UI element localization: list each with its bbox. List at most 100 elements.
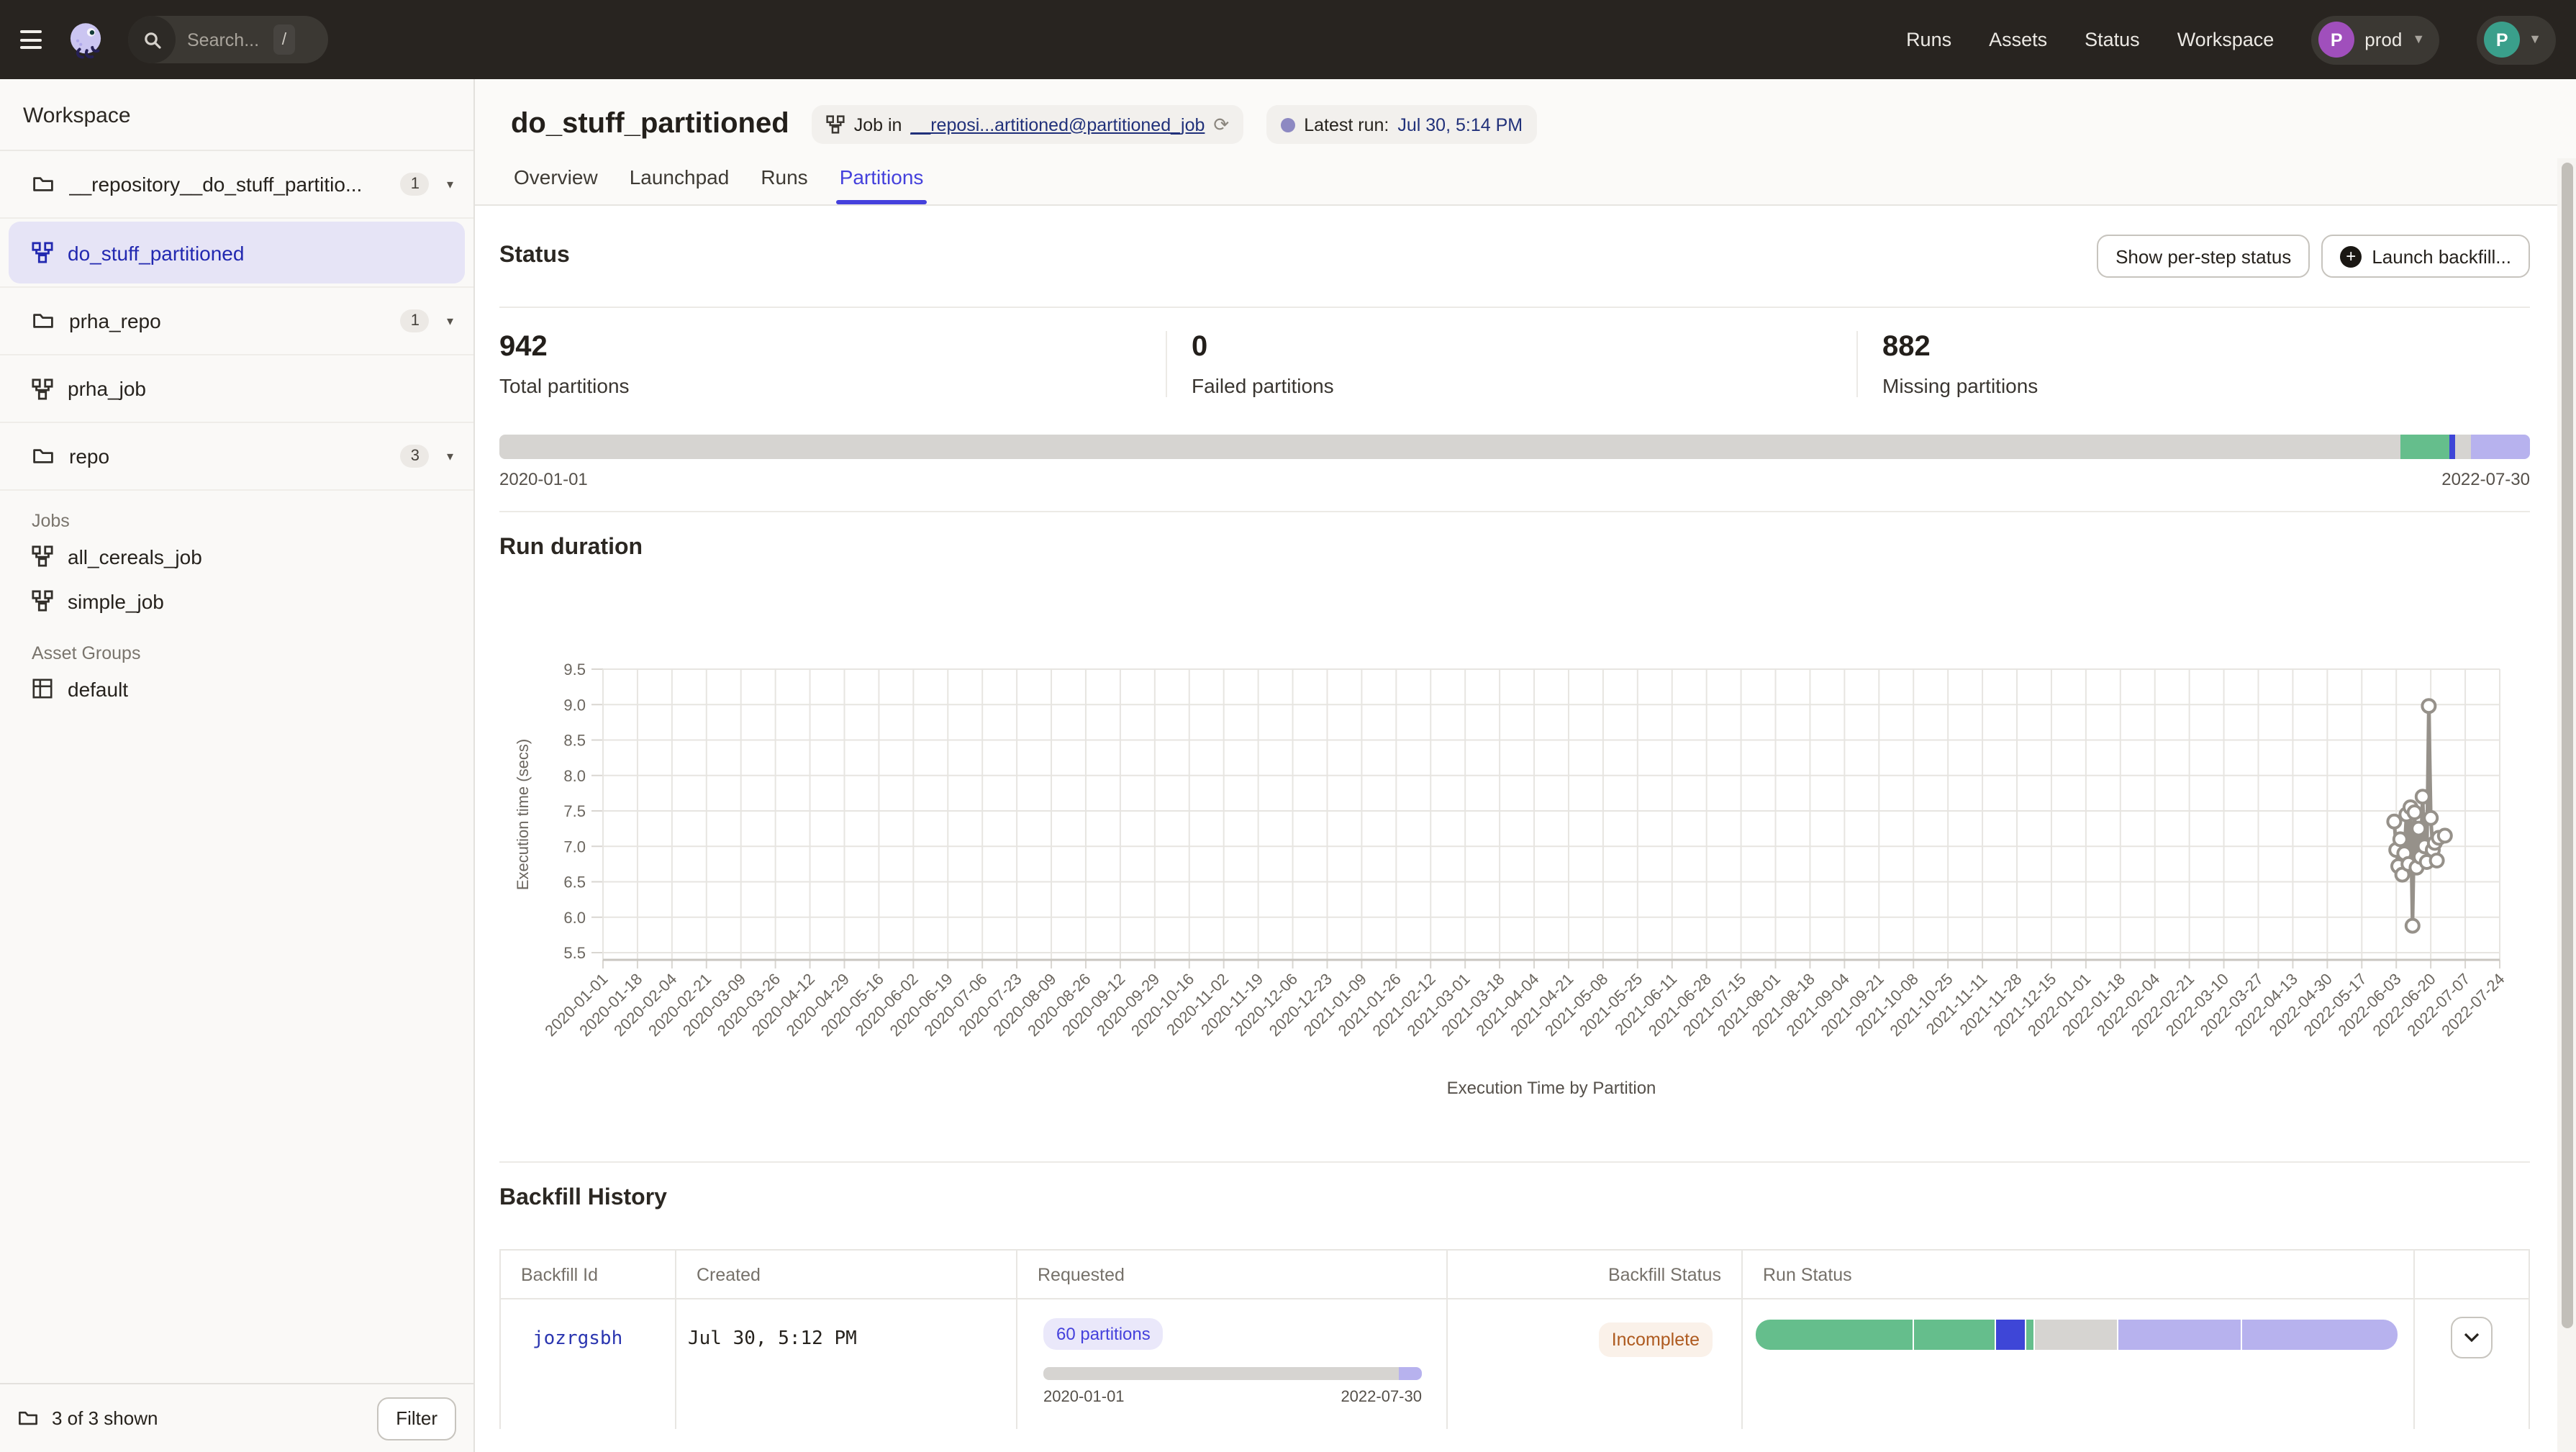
nav-status[interactable]: Status	[2085, 29, 2140, 50]
sidebar-item--repository-do-stuff-partitio-[interactable]: __repository__do_stuff_partitio...1▾	[0, 151, 473, 219]
caret-down-icon[interactable]: ▾	[444, 173, 456, 195]
requested-partitions-tag[interactable]: 60 partitions	[1043, 1318, 1164, 1350]
run-duration-chart: 5.56.06.57.07.58.08.59.09.52020-01-01202…	[499, 573, 2530, 1108]
tab-overview[interactable]: Overview	[511, 165, 601, 204]
sidebar-item-prha-job[interactable]: prha_job	[0, 355, 473, 423]
data-point-marker	[2412, 822, 2425, 835]
y-tick-label: 6.0	[563, 909, 586, 927]
app-window: / Runs Assets Status Workspace P prod ▼ P ▼…	[0, 0, 2576, 1452]
user-avatar: P	[2484, 22, 2520, 58]
bar-segment-success	[1914, 1320, 1995, 1350]
stat-label: Failed partitions	[1192, 374, 1856, 397]
data-point-marker	[2424, 812, 2437, 825]
search-input[interactable]	[176, 30, 271, 50]
item-count-badge: 3	[401, 445, 430, 468]
bar-segment-missing	[499, 435, 2400, 459]
bar-segment-queued	[2471, 435, 2530, 459]
launch-backfill-button[interactable]: + Launch backfill...	[2321, 235, 2530, 278]
column-header-backfill-status: Backfill Status	[1448, 1251, 1743, 1298]
partition-range-start: 2020-01-01	[499, 469, 588, 489]
data-point-marker	[2422, 699, 2435, 712]
data-point-marker	[2408, 806, 2421, 819]
page-title: do_stuff_partitioned	[511, 108, 789, 141]
sidebar-item-repo[interactable]: repo 3 ▾	[0, 423, 473, 491]
run-status-dot-icon	[1281, 117, 1295, 132]
expand-row-button[interactable]	[2451, 1317, 2493, 1358]
sidebar-item-do-stuff-partitioned[interactable]: do_stuff_partitioned	[9, 222, 465, 283]
nav-workspace[interactable]: Workspace	[2177, 29, 2275, 50]
backfill-status-badge: Incomplete	[1599, 1322, 1713, 1357]
status-heading: Status	[499, 243, 570, 269]
caret-down-icon[interactable]: ▾	[444, 445, 456, 467]
backfill-id-link[interactable]: jozrgsbh	[532, 1328, 622, 1350]
stat-label: Total partitions	[499, 374, 1166, 397]
job-origin-tag: Job in __reposi...artitioned@partitioned…	[812, 105, 1244, 144]
bar-segment-queued	[1399, 1367, 1422, 1380]
asset-group-icon	[32, 678, 53, 699]
partition-status-bar	[499, 435, 2530, 459]
stat-value: 0	[1192, 331, 1856, 364]
y-tick-label: 9.0	[563, 696, 586, 714]
backfill-history-heading: Backfill History	[499, 1186, 667, 1210]
sidebar-item-label: do_stuff_partitioned	[68, 241, 448, 264]
job-icon	[32, 242, 53, 263]
hamburger-menu-icon[interactable]	[20, 24, 52, 55]
stat-value: 942	[499, 331, 1166, 364]
filter-button[interactable]: Filter	[377, 1397, 456, 1440]
data-point-marker	[2439, 829, 2452, 842]
workspace-sidebar: Workspace __repository__do_stuff_partiti…	[0, 79, 475, 1452]
job-icon	[32, 378, 53, 399]
chevron-down-icon: ▼	[2412, 33, 2425, 46]
show-per-step-status-button[interactable]: Show per-step status	[2097, 235, 2310, 278]
column-header-actions	[2415, 1251, 2529, 1298]
folder-icon	[32, 173, 55, 196]
sidebar-item-label: __repository__do_stuff_partitio...	[69, 173, 386, 196]
bar-segment-success	[1756, 1320, 1913, 1350]
dagster-logo-icon[interactable]	[66, 20, 105, 59]
scrollbar-track[interactable]	[2557, 158, 2576, 1452]
requested-range-end: 2022-07-30	[1341, 1389, 1422, 1406]
stat-failed-partitions: 0 Failed partitions	[1166, 331, 1856, 397]
deployment-avatar: P	[2318, 22, 2354, 58]
stat-value: 882	[1882, 331, 2530, 364]
deployment-switcher[interactable]: P prod ▼	[2311, 15, 2439, 64]
user-menu[interactable]: P ▼	[2477, 15, 2556, 64]
nav-assets[interactable]: Assets	[1989, 29, 2047, 50]
tab-launchpad[interactable]: Launchpad	[627, 165, 733, 204]
bar-segment-missing	[2034, 1320, 2116, 1350]
jobs-section-label: Jobs	[0, 491, 473, 534]
asset-groups-section-label: Asset Groups	[0, 623, 473, 666]
latest-run-link[interactable]: Jul 30, 5:14 PM	[1397, 114, 1523, 135]
bar-segment-queued	[2242, 1320, 2398, 1350]
sidebar-item-simple-job[interactable]: simple_job	[0, 578, 473, 623]
table-row: jozrgsbh Jul 30, 5:12 PM 60 partitions 2…	[501, 1299, 2529, 1429]
y-tick-label: 8.5	[563, 732, 586, 750]
requested-partitions-bar	[1043, 1367, 1422, 1380]
data-point-marker	[2431, 854, 2444, 867]
sidebar-item-label: repo	[69, 445, 386, 468]
y-axis-title: Execution time (secs)	[514, 739, 532, 890]
tab-partitions[interactable]: Partitions	[837, 165, 927, 204]
column-header-run-status: Run Status	[1743, 1251, 2415, 1298]
job-origin-link[interactable]: __reposi...artitioned@partitioned_job	[910, 114, 1205, 135]
table-header-row: Backfill IdCreatedRequestedBackfill Stat…	[501, 1251, 2529, 1299]
job-icon	[32, 545, 53, 567]
refresh-icon[interactable]: ⟳	[1213, 115, 1229, 134]
nav-runs[interactable]: Runs	[1906, 29, 1951, 50]
sidebar-item-default[interactable]: default	[0, 666, 473, 711]
sidebar-item-prha-repo[interactable]: prha_repo1▾	[0, 288, 473, 355]
search-shortcut-badge: /	[273, 24, 295, 55]
tab-runs[interactable]: Runs	[758, 165, 810, 204]
caret-down-icon[interactable]: ▾	[444, 310, 456, 332]
requested-range-start: 2020-01-01	[1043, 1389, 1125, 1406]
bar-segment-missing	[2455, 435, 2471, 459]
scrollbar-thumb[interactable]	[2561, 163, 2572, 1328]
run-duration-heading: Run duration	[499, 535, 643, 560]
deployment-label: prod	[2364, 29, 2402, 50]
partition-range-end: 2022-07-30	[2441, 469, 2530, 489]
data-point-marker	[2416, 790, 2429, 803]
bar-segment-queued	[2118, 1320, 2241, 1350]
job-tag-prefix: Job in	[854, 114, 902, 135]
sidebar-item-all-cereals-job[interactable]: all_cereals_job	[0, 534, 473, 578]
folder-icon	[32, 309, 55, 332]
